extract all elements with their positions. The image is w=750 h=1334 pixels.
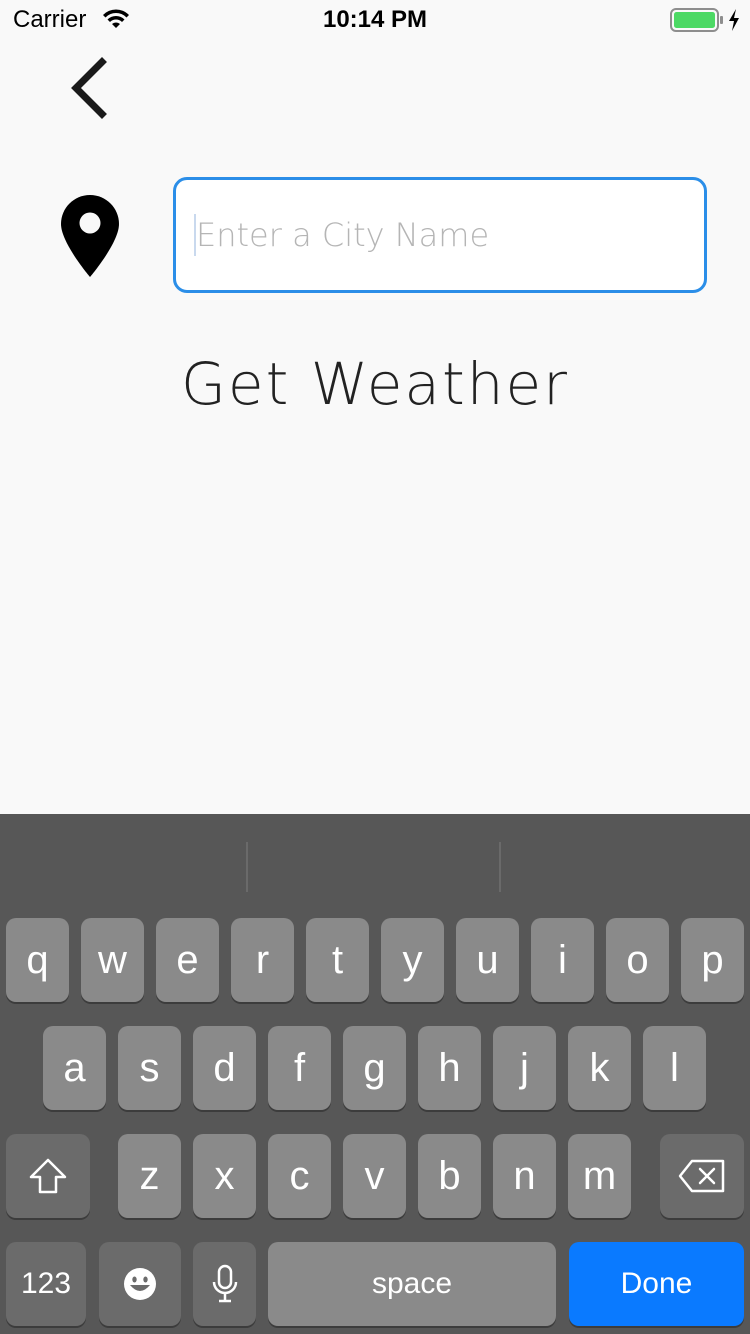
delete-key[interactable] [660, 1134, 744, 1218]
keyboard: q w e r t y u i o p a s d f g h j k l z … [0, 814, 750, 1334]
key-k[interactable]: k [568, 1026, 631, 1110]
key-h[interactable]: h [418, 1026, 481, 1110]
key-a[interactable]: a [43, 1026, 106, 1110]
key-b[interactable]: b [418, 1134, 481, 1218]
shift-icon [29, 1158, 67, 1194]
key-u[interactable]: u [456, 918, 519, 1002]
status-time: 10:14 PM [322, 6, 428, 33]
key-t[interactable]: t [306, 918, 369, 1002]
numbers-key[interactable]: 123 [6, 1242, 86, 1326]
dictation-key[interactable] [193, 1242, 256, 1326]
prediction-divider [246, 842, 248, 892]
key-r[interactable]: r [231, 918, 294, 1002]
backspace-icon [678, 1159, 725, 1193]
chevron-left-icon [71, 57, 107, 119]
key-z[interactable]: z [118, 1134, 181, 1218]
charging-bolt-icon [729, 9, 739, 31]
key-e[interactable]: e [156, 918, 219, 1002]
emoji-key[interactable] [99, 1242, 181, 1326]
emoji-icon [124, 1268, 156, 1300]
prediction-divider [499, 842, 501, 892]
key-o[interactable]: o [606, 918, 669, 1002]
microphone-icon [212, 1264, 237, 1303]
back-button[interactable] [62, 56, 118, 120]
space-key[interactable]: space [268, 1242, 556, 1326]
key-w[interactable]: w [81, 918, 144, 1002]
text-cursor [194, 214, 196, 256]
key-q[interactable]: q [6, 918, 69, 1002]
key-m[interactable]: m [568, 1134, 631, 1218]
city-name-input[interactable] [173, 177, 707, 293]
key-y[interactable]: y [381, 918, 444, 1002]
key-s[interactable]: s [118, 1026, 181, 1110]
key-j[interactable]: j [493, 1026, 556, 1110]
key-x[interactable]: x [193, 1134, 256, 1218]
key-n[interactable]: n [493, 1134, 556, 1218]
shift-key[interactable] [6, 1134, 90, 1218]
key-l[interactable]: l [643, 1026, 706, 1110]
map-pin-icon [61, 195, 119, 277]
key-i[interactable]: i [531, 918, 594, 1002]
key-c[interactable]: c [268, 1134, 331, 1218]
key-d[interactable]: d [193, 1026, 256, 1110]
key-f[interactable]: f [268, 1026, 331, 1110]
key-g[interactable]: g [343, 1026, 406, 1110]
status-bar: Carrier 10:14 PM [0, 0, 750, 40]
key-p[interactable]: p [681, 918, 744, 1002]
done-key[interactable]: Done [569, 1242, 744, 1326]
battery-icon [670, 8, 723, 32]
key-v[interactable]: v [343, 1134, 406, 1218]
get-weather-button[interactable]: Get Weather [0, 350, 750, 418]
